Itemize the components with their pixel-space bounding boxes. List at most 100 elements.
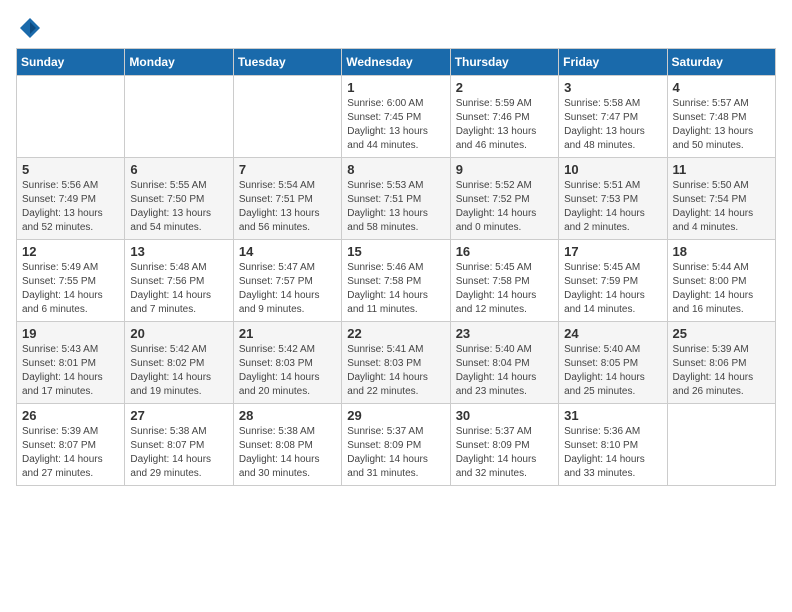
day-number: 21	[239, 326, 336, 341]
day-number: 10	[564, 162, 661, 177]
day-cell-10: 10 Sunrise: 5:51 AM Sunset: 7:53 PM Dayli…	[559, 158, 667, 240]
day-info: Sunrise: 5:52 AM Sunset: 7:52 PM Dayligh…	[456, 179, 553, 235]
day-number: 8	[347, 162, 444, 177]
day-cell-21: 21 Sunrise: 5:42 AM Sunset: 8:03 PM Dayli…	[233, 322, 341, 404]
column-header-thursday: Thursday	[450, 49, 558, 76]
day-cell-7: 7 Sunrise: 5:54 AM Sunset: 7:51 PM Daylig…	[233, 158, 341, 240]
day-number: 6	[130, 162, 227, 177]
day-info: Sunrise: 5:45 AM Sunset: 7:58 PM Dayligh…	[456, 261, 553, 317]
day-info: Sunrise: 5:51 AM Sunset: 7:53 PM Dayligh…	[564, 179, 661, 235]
day-cell-11: 11 Sunrise: 5:50 AM Sunset: 7:54 PM Dayli…	[667, 158, 775, 240]
day-number: 16	[456, 244, 553, 259]
day-info: Sunrise: 5:43 AM Sunset: 8:01 PM Dayligh…	[22, 343, 119, 399]
day-number: 4	[673, 80, 770, 95]
week-row-2: 5 Sunrise: 5:56 AM Sunset: 7:49 PM Daylig…	[17, 158, 776, 240]
page-header	[16, 16, 776, 36]
day-cell-9: 9 Sunrise: 5:52 AM Sunset: 7:52 PM Daylig…	[450, 158, 558, 240]
day-cell-1: 1 Sunrise: 6:00 AM Sunset: 7:45 PM Daylig…	[342, 76, 450, 158]
day-cell-18: 18 Sunrise: 5:44 AM Sunset: 8:00 PM Dayli…	[667, 240, 775, 322]
empty-cell	[233, 76, 341, 158]
logo-icon	[18, 16, 42, 40]
day-cell-15: 15 Sunrise: 5:46 AM Sunset: 7:58 PM Dayli…	[342, 240, 450, 322]
day-cell-22: 22 Sunrise: 5:41 AM Sunset: 8:03 PM Dayli…	[342, 322, 450, 404]
day-info: Sunrise: 5:41 AM Sunset: 8:03 PM Dayligh…	[347, 343, 444, 399]
day-cell-28: 28 Sunrise: 5:38 AM Sunset: 8:08 PM Dayli…	[233, 404, 341, 486]
day-cell-25: 25 Sunrise: 5:39 AM Sunset: 8:06 PM Dayli…	[667, 322, 775, 404]
week-row-4: 19 Sunrise: 5:43 AM Sunset: 8:01 PM Dayli…	[17, 322, 776, 404]
day-number: 14	[239, 244, 336, 259]
day-info: Sunrise: 5:58 AM Sunset: 7:47 PM Dayligh…	[564, 97, 661, 153]
empty-cell	[17, 76, 125, 158]
day-number: 11	[673, 162, 770, 177]
logo	[16, 16, 42, 36]
day-number: 25	[673, 326, 770, 341]
day-cell-4: 4 Sunrise: 5:57 AM Sunset: 7:48 PM Daylig…	[667, 76, 775, 158]
day-number: 13	[130, 244, 227, 259]
day-info: Sunrise: 5:54 AM Sunset: 7:51 PM Dayligh…	[239, 179, 336, 235]
day-number: 1	[347, 80, 444, 95]
day-info: Sunrise: 5:53 AM Sunset: 7:51 PM Dayligh…	[347, 179, 444, 235]
day-number: 15	[347, 244, 444, 259]
day-info: Sunrise: 5:37 AM Sunset: 8:09 PM Dayligh…	[456, 425, 553, 481]
day-info: Sunrise: 5:40 AM Sunset: 8:05 PM Dayligh…	[564, 343, 661, 399]
day-number: 2	[456, 80, 553, 95]
day-info: Sunrise: 5:56 AM Sunset: 7:49 PM Dayligh…	[22, 179, 119, 235]
day-cell-19: 19 Sunrise: 5:43 AM Sunset: 8:01 PM Dayli…	[17, 322, 125, 404]
calendar-table: SundayMondayTuesdayWednesdayThursdayFrid…	[16, 48, 776, 486]
day-number: 18	[673, 244, 770, 259]
day-info: Sunrise: 5:47 AM Sunset: 7:57 PM Dayligh…	[239, 261, 336, 317]
day-info: Sunrise: 5:42 AM Sunset: 8:02 PM Dayligh…	[130, 343, 227, 399]
day-number: 27	[130, 408, 227, 423]
week-row-3: 12Sunrise: 5:49 AM Sunset: 7:55 PM Dayli…	[17, 240, 776, 322]
empty-cell	[667, 404, 775, 486]
empty-cell	[125, 76, 233, 158]
day-number: 24	[564, 326, 661, 341]
day-cell-12: 12Sunrise: 5:49 AM Sunset: 7:55 PM Dayli…	[17, 240, 125, 322]
column-header-wednesday: Wednesday	[342, 49, 450, 76]
day-cell-5: 5 Sunrise: 5:56 AM Sunset: 7:49 PM Daylig…	[17, 158, 125, 240]
day-number: 9	[456, 162, 553, 177]
day-cell-23: 23 Sunrise: 5:40 AM Sunset: 8:04 PM Dayli…	[450, 322, 558, 404]
day-number: 3	[564, 80, 661, 95]
day-info: Sunrise: 5:42 AM Sunset: 8:03 PM Dayligh…	[239, 343, 336, 399]
day-number: 20	[130, 326, 227, 341]
day-info: Sunrise: 5:45 AM Sunset: 7:59 PM Dayligh…	[564, 261, 661, 317]
day-info: Sunrise: 5:38 AM Sunset: 8:08 PM Dayligh…	[239, 425, 336, 481]
day-number: 23	[456, 326, 553, 341]
day-number: 30	[456, 408, 553, 423]
day-cell-16: 16 Sunrise: 5:45 AM Sunset: 7:58 PM Dayli…	[450, 240, 558, 322]
day-info: Sunrise: 5:39 AM Sunset: 8:07 PM Dayligh…	[22, 425, 119, 481]
day-cell-24: 24 Sunrise: 5:40 AM Sunset: 8:05 PM Dayli…	[559, 322, 667, 404]
day-info: Sunrise: 5:48 AM Sunset: 7:56 PM Dayligh…	[130, 261, 227, 317]
column-header-friday: Friday	[559, 49, 667, 76]
day-number: 22	[347, 326, 444, 341]
day-info: Sunrise: 5:46 AM Sunset: 7:58 PM Dayligh…	[347, 261, 444, 317]
day-number: 28	[239, 408, 336, 423]
day-info: Sunrise: 5:39 AM Sunset: 8:06 PM Dayligh…	[673, 343, 770, 399]
day-number: 31	[564, 408, 661, 423]
day-info: Sunrise: 5:57 AM Sunset: 7:48 PM Dayligh…	[673, 97, 770, 153]
day-cell-8: 8 Sunrise: 5:53 AM Sunset: 7:51 PM Daylig…	[342, 158, 450, 240]
day-cell-31: 31 Sunrise: 5:36 AM Sunset: 8:10 PM Dayli…	[559, 404, 667, 486]
day-info: Sunrise: 5:55 AM Sunset: 7:50 PM Dayligh…	[130, 179, 227, 235]
week-row-1: 1 Sunrise: 6:00 AM Sunset: 7:45 PM Daylig…	[17, 76, 776, 158]
day-info: Sunrise: 5:49 AM Sunset: 7:55 PM Dayligh…	[22, 261, 119, 317]
day-cell-26: 26 Sunrise: 5:39 AM Sunset: 8:07 PM Dayli…	[17, 404, 125, 486]
day-number: 19	[22, 326, 119, 341]
day-cell-17: 17 Sunrise: 5:45 AM Sunset: 7:59 PM Dayli…	[559, 240, 667, 322]
day-info: Sunrise: 5:50 AM Sunset: 7:54 PM Dayligh…	[673, 179, 770, 235]
day-cell-27: 27Sunrise: 5:38 AM Sunset: 8:07 PM Dayli…	[125, 404, 233, 486]
day-number: 7	[239, 162, 336, 177]
day-number: 26	[22, 408, 119, 423]
day-number: 5	[22, 162, 119, 177]
column-header-sunday: Sunday	[17, 49, 125, 76]
day-info: Sunrise: 5:40 AM Sunset: 8:04 PM Dayligh…	[456, 343, 553, 399]
day-cell-3: 3 Sunrise: 5:58 AM Sunset: 7:47 PM Daylig…	[559, 76, 667, 158]
day-info: Sunrise: 5:36 AM Sunset: 8:10 PM Dayligh…	[564, 425, 661, 481]
header-row: SundayMondayTuesdayWednesdayThursdayFrid…	[17, 49, 776, 76]
day-info: Sunrise: 6:00 AM Sunset: 7:45 PM Dayligh…	[347, 97, 444, 153]
day-number: 17	[564, 244, 661, 259]
day-cell-6: 6 Sunrise: 5:55 AM Sunset: 7:50 PM Daylig…	[125, 158, 233, 240]
day-info: Sunrise: 5:44 AM Sunset: 8:00 PM Dayligh…	[673, 261, 770, 317]
day-cell-29: 29Sunrise: 5:37 AM Sunset: 8:09 PM Dayli…	[342, 404, 450, 486]
